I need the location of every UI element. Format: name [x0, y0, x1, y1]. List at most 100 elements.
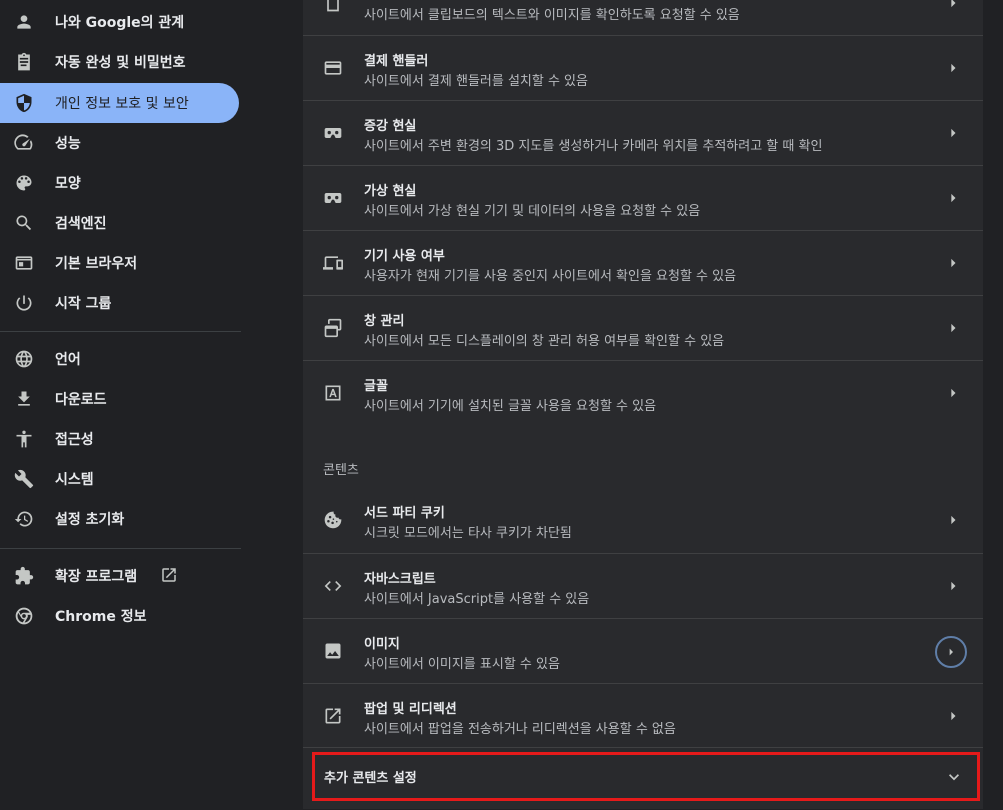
setting-row-title: 글꼴 — [364, 379, 388, 394]
expander-label: 추가 콘텐츠 설정 — [324, 771, 417, 786]
chevron-right-icon — [943, 318, 963, 338]
sidebar-item-appearance[interactable]: 모양 — [0, 163, 239, 203]
power-icon — [14, 293, 34, 313]
setting-row-window-management[interactable]: 창 관리 사이트에서 모든 디스플레이의 창 관리 허용 여부를 확인할 수 있… — [303, 295, 983, 360]
setting-row-subtitle: 사이트에서 주변 환경의 3D 지도를 생성하거나 카메라 위치를 추적하려고 … — [364, 139, 823, 154]
additional-content-settings-expander[interactable]: 추가 콘텐츠 설정 — [312, 752, 980, 801]
globe-icon — [14, 349, 34, 369]
sidebar-item-on-startup[interactable]: 시작 그룹 — [0, 283, 239, 323]
sidebar-item-extensions[interactable]: 확장 프로그램 — [0, 556, 239, 596]
sidebar-item-label: 다운로드 — [55, 392, 107, 408]
setting-row-title: 창 관리 — [364, 314, 405, 329]
setting-row-augmented-reality[interactable]: 증강 현실 사이트에서 주변 환경의 3D 지도를 생성하거나 카메라 위치를 … — [303, 100, 983, 165]
sidebar-item-label: 시작 그룹 — [55, 296, 112, 312]
setting-row-title: 가상 현실 — [364, 184, 417, 199]
sidebar-item-label: 나와 Google의 관계 — [55, 15, 185, 31]
setting-row-subtitle: 사용자가 현재 기기를 사용 중인지 사이트에서 확인을 요청할 수 있음 — [364, 269, 737, 284]
chevron-right-icon — [943, 510, 963, 530]
sidebar-item-label: 기본 브라우저 — [55, 256, 138, 272]
setting-row-title: 결제 핸들러 — [364, 54, 429, 69]
sidebar-item-label: 개인 정보 보호 및 보안 — [55, 96, 189, 112]
sidebar-item-downloads[interactable]: 다운로드 — [0, 379, 239, 419]
sidebar-item-about-chrome[interactable]: Chrome 정보 — [0, 596, 239, 636]
setting-row-subtitle: 사이트에서 가상 현실 기기 및 데이터의 사용을 요청할 수 있음 — [364, 204, 701, 219]
setting-row-title: 기기 사용 여부 — [364, 249, 445, 264]
section-header-content: 콘텐츠 — [323, 463, 359, 478]
sidebar-item-label: 설정 초기화 — [55, 512, 125, 528]
setting-row-virtual-reality[interactable]: 가상 현실 사이트에서 가상 현실 기기 및 데이터의 사용을 요청할 수 있음 — [303, 165, 983, 230]
setting-row-popups-redirects[interactable]: 팝업 및 리디렉션 사이트에서 팝업을 전송하거나 리디렉션을 사용할 수 없음 — [303, 683, 983, 748]
sidebar-item-languages[interactable]: 언어 — [0, 339, 239, 379]
sidebar-item-search-engine[interactable]: 검색엔진 — [0, 203, 239, 243]
sidebar-item-accessibility[interactable]: 접근성 — [0, 419, 239, 459]
chevron-right-icon — [943, 383, 963, 403]
setting-row-subtitle: 사이트에서 기기에 설치된 글꼴 사용을 요청할 수 있음 — [364, 399, 657, 414]
setting-row-images[interactable]: 이미지 사이트에서 이미지를 표시할 수 있음 — [303, 618, 983, 683]
clipboard-icon — [323, 0, 343, 13]
shield-icon — [14, 93, 34, 113]
search-icon — [14, 213, 34, 233]
sidebar-item-label: Chrome 정보 — [55, 609, 147, 625]
setting-row-subtitle: 사이트에서 이미지를 표시할 수 있음 — [364, 657, 560, 672]
open-in-new-icon — [323, 706, 343, 726]
vr-headset-icon — [323, 188, 343, 208]
setting-row-title: 자바스크립트 — [364, 572, 436, 587]
image-icon — [323, 641, 343, 661]
wrench-icon — [14, 469, 34, 489]
sidebar-item-label: 자동 완성 및 비밀번호 — [55, 55, 186, 71]
setting-row-subtitle: 사이트에서 팝업을 전송하거나 리디렉션을 사용할 수 없음 — [364, 722, 676, 737]
chevron-right-icon — [943, 58, 963, 78]
setting-row-payment-handlers[interactable]: 결제 핸들러 사이트에서 결제 핸들러를 설치할 수 있음 — [303, 35, 983, 100]
setting-row-title: 증강 현실 — [364, 119, 417, 134]
chrome-icon — [14, 606, 34, 626]
setting-row-subtitle: 사이트에서 클립보드의 텍스트와 이미지를 확인하도록 요청할 수 있음 — [364, 8, 740, 23]
open-in-new-icon — [160, 566, 178, 584]
sidebar-item-label: 언어 — [55, 352, 81, 368]
setting-row-javascript[interactable]: 자바스크립트 사이트에서 JavaScript를 사용할 수 있음 — [303, 553, 983, 618]
chevron-right-icon — [943, 576, 963, 596]
download-icon — [14, 389, 34, 409]
chevron-right-icon[interactable] — [935, 636, 967, 668]
credit-card-icon — [323, 58, 343, 78]
palette-icon — [14, 173, 34, 193]
setting-row-subtitle: 사이트에서 JavaScript를 사용할 수 있음 — [364, 592, 590, 607]
setting-row-device-use[interactable]: 기기 사용 여부 사용자가 현재 기기를 사용 중인지 사이트에서 확인을 요청… — [303, 230, 983, 295]
puzzle-icon — [14, 566, 34, 586]
settings-panel: 사이트에서 클립보드의 텍스트와 이미지를 확인하도록 요청할 수 있음 결제 … — [303, 0, 983, 809]
vr-headset-icon — [323, 123, 343, 143]
person-icon — [14, 12, 34, 32]
setting-row-title: 이미지 — [364, 637, 400, 652]
clipboard-icon — [14, 52, 34, 72]
devices-icon — [323, 253, 343, 273]
sidebar-item-performance[interactable]: 성능 — [0, 123, 239, 163]
sidebar-item-autofill[interactable]: 자동 완성 및 비밀번호 — [0, 42, 239, 82]
setting-row-fonts[interactable]: 글꼴 사이트에서 기기에 설치된 글꼴 사용을 요청할 수 있음 — [303, 360, 983, 425]
chevron-right-icon — [943, 706, 963, 726]
speedometer-icon — [14, 133, 34, 153]
sidebar-item-system[interactable]: 시스템 — [0, 459, 239, 499]
sidebar: 나와 Google의 관계 자동 완성 및 비밀번호 개인 정보 보호 및 보안… — [0, 0, 300, 809]
sidebar-item-label: 검색엔진 — [55, 216, 107, 232]
sidebar-item-label: 접근성 — [55, 432, 94, 448]
code-icon — [323, 576, 343, 596]
setting-row-third-party-cookies[interactable]: 서드 파티 쿠키 시크릿 모드에서는 타사 쿠키가 차단됨 — [303, 488, 983, 552]
browser-window-icon — [14, 253, 34, 273]
sidebar-item-label: 성능 — [55, 136, 81, 152]
sidebar-item-reset-settings[interactable]: 설정 초기화 — [0, 499, 239, 539]
sidebar-item-you-and-google[interactable]: 나와 Google의 관계 — [0, 2, 239, 42]
chevron-right-icon — [943, 123, 963, 143]
font-icon — [323, 383, 343, 403]
chevron-down-icon — [944, 767, 964, 787]
chevron-right-icon — [943, 188, 963, 208]
setting-row-subtitle: 사이트에서 결제 핸들러를 설치할 수 있음 — [364, 74, 588, 89]
setting-row-clipboard[interactable]: 사이트에서 클립보드의 텍스트와 이미지를 확인하도록 요청할 수 있음 — [303, 0, 983, 35]
sidebar-divider — [0, 331, 241, 332]
restore-icon — [14, 509, 34, 529]
cookie-icon — [323, 510, 343, 530]
sidebar-item-privacy-security[interactable]: 개인 정보 보호 및 보안 — [0, 83, 239, 123]
setting-row-subtitle: 사이트에서 모든 디스플레이의 창 관리 허용 여부를 확인할 수 있음 — [364, 334, 725, 349]
sidebar-item-label: 모양 — [55, 176, 81, 192]
sidebar-item-default-browser[interactable]: 기본 브라우저 — [0, 243, 239, 283]
setting-row-subtitle: 시크릿 모드에서는 타사 쿠키가 차단됨 — [364, 526, 572, 541]
window-management-icon — [323, 318, 343, 338]
